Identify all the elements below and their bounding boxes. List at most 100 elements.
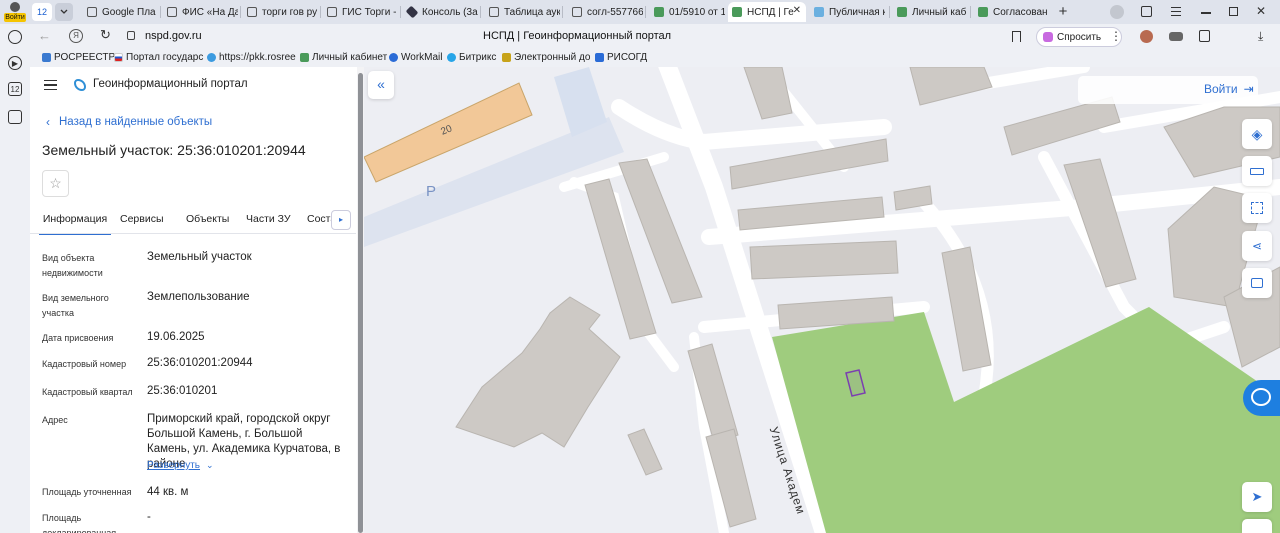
- browser-tab[interactable]: торги гов ру: [243, 2, 318, 22]
- building: [1003, 96, 1121, 156]
- browser-tab[interactable]: Таблица аук: [485, 2, 560, 22]
- map-control-button[interactable]: [1242, 519, 1272, 533]
- page-title: НСПД | Геоинформационный портал: [483, 30, 672, 42]
- select-area-button[interactable]: [1242, 193, 1272, 223]
- extension-icon[interactable]: [1199, 30, 1210, 42]
- property-value: 25:36:010201: [147, 385, 218, 397]
- browser-tab-strip: Войти 12 Google Пла ФИС «На Да торги гов…: [0, 0, 1280, 24]
- restore-icon[interactable]: [1229, 7, 1238, 16]
- hamburger-menu-icon[interactable]: [44, 80, 57, 90]
- property-label: Вид земельного участка: [42, 293, 109, 318]
- bookmark-item[interactable]: Битрикс: [447, 52, 496, 63]
- tab-information[interactable]: Информация: [39, 207, 111, 235]
- share-button[interactable]: ⋖: [1242, 231, 1272, 261]
- property-value: 25:36:010201:20944: [147, 357, 253, 369]
- browser-tab[interactable]: Публичная к: [810, 2, 885, 22]
- bookmark-item[interactable]: Электронный до: [502, 52, 590, 63]
- document-icon: [167, 7, 177, 17]
- diamond-icon: [405, 5, 419, 19]
- panel-scrollbar[interactable]: [357, 67, 364, 533]
- extension-icon[interactable]: [1169, 32, 1183, 41]
- map-canvas[interactable]: [364, 67, 1280, 533]
- bookmark-item[interactable]: РИСОГД: [595, 52, 647, 63]
- layers-button[interactable]: ◈: [1242, 119, 1272, 149]
- reload-icon[interactable]: ↻: [100, 27, 111, 43]
- close-icon[interactable]: ✕: [793, 5, 801, 16]
- property-value: 44 кв. м: [147, 486, 189, 498]
- browser-tab[interactable]: Личный каб: [893, 2, 968, 22]
- browser-tab-active[interactable]: НСПД | Ге ✕: [728, 2, 806, 22]
- tab-services[interactable]: Сервисы: [120, 207, 164, 231]
- map-view[interactable]: 20 P Улица Академ « Войти ⇥ ◈ ⋖ ➤: [364, 67, 1280, 533]
- login-button[interactable]: Войти ⇥: [1204, 82, 1254, 96]
- bookmark-icon[interactable]: [1012, 31, 1021, 42]
- emblem-icon: [978, 7, 988, 17]
- profile-label: Войти: [4, 13, 26, 22]
- property-label: Дата присвоения: [42, 333, 114, 343]
- browser-tab[interactable]: ГИС Торги -: [323, 2, 398, 22]
- ruler-icon: [1250, 167, 1264, 175]
- browser-tab[interactable]: 01/5910 от 1: [650, 2, 725, 22]
- chat-icon: [1251, 388, 1271, 406]
- more-icon[interactable]: ⋮: [1110, 29, 1122, 43]
- browser-tab[interactable]: Google Пла: [83, 2, 158, 22]
- close-window-icon[interactable]: ✕: [1256, 4, 1266, 18]
- bookmark-item[interactable]: WorkMail: [389, 52, 442, 63]
- download-icon[interactable]: ⤓: [1258, 29, 1272, 43]
- browser-tab[interactable]: Консоль (3а: [403, 2, 478, 22]
- camera-icon[interactable]: [8, 110, 22, 124]
- profile-button[interactable]: Войти: [4, 2, 26, 22]
- favorite-button[interactable]: ☆: [42, 170, 69, 197]
- yandex-icon[interactable]: Я: [69, 29, 83, 43]
- browser-tab[interactable]: Согласован: [974, 2, 1049, 22]
- play-icon[interactable]: ▶: [8, 56, 22, 70]
- bookmark-item[interactable]: Портал государс: [114, 52, 203, 63]
- browser-tab[interactable]: ФИС «На Да: [163, 2, 238, 22]
- emblem-icon: [300, 53, 309, 62]
- emblem-icon: [42, 53, 51, 62]
- document-icon: [489, 7, 499, 17]
- share-icon: ⋖: [1251, 239, 1263, 253]
- user-icon[interactable]: [1110, 5, 1124, 19]
- address-field[interactable]: nspd.gov.ru: [145, 30, 202, 42]
- portal-title: Геоинформационный портал: [93, 78, 248, 90]
- bookmark-item[interactable]: РОСРЕЕСТР: [42, 52, 115, 63]
- minimize-icon[interactable]: [1201, 12, 1211, 14]
- new-tab-button[interactable]: +: [1054, 3, 1072, 21]
- property-label: Кадастровый номер: [42, 359, 127, 369]
- bookmark-item[interactable]: https://pkk.rosree: [207, 52, 296, 63]
- property-value: Землепользование: [147, 291, 250, 303]
- locate-me-button[interactable]: ➤: [1242, 482, 1272, 512]
- menu-icon[interactable]: [1171, 7, 1181, 16]
- collapse-panel-button[interactable]: «: [368, 71, 394, 99]
- tab-list-dropdown[interactable]: [55, 3, 73, 21]
- tab-parts[interactable]: Части ЗУ: [246, 207, 291, 231]
- print-button[interactable]: [1242, 268, 1272, 298]
- ruler-button[interactable]: [1242, 156, 1272, 186]
- document-icon: [247, 7, 257, 17]
- property-label: Площадь декларированная: [42, 513, 117, 533]
- building: [743, 67, 793, 120]
- collections-icon[interactable]: [1141, 6, 1152, 17]
- tabs-scroll-right-button[interactable]: ▸: [331, 210, 351, 230]
- layers-icon: ◈: [1251, 125, 1263, 142]
- profile-avatar-icon: [10, 2, 20, 12]
- back-link[interactable]: ‹ Назад в найденные объекты: [46, 115, 212, 129]
- browser-tab[interactable]: согл-557766: [568, 2, 643, 22]
- building: [455, 296, 621, 448]
- property-value: 19.06.2025: [147, 331, 205, 343]
- chevron-down-icon: ⌄: [206, 460, 214, 470]
- tab-objects[interactable]: Объекты: [186, 207, 229, 231]
- chevron-down-icon: [60, 9, 68, 14]
- tab-count-button[interactable]: 12: [32, 3, 52, 21]
- property-value: Земельный участок: [147, 251, 252, 263]
- building: [909, 67, 993, 106]
- chat-assistant-button[interactable]: [1243, 380, 1280, 416]
- history-icon[interactable]: [8, 30, 22, 44]
- road: [611, 99, 892, 151]
- expand-link[interactable]: Развернуть ⌄: [147, 460, 214, 471]
- calendar-icon[interactable]: 12: [8, 82, 22, 96]
- back-icon[interactable]: ←: [38, 28, 51, 43]
- extension-icon[interactable]: [1140, 30, 1153, 43]
- bookmark-item[interactable]: Личный кабинет: [300, 52, 387, 63]
